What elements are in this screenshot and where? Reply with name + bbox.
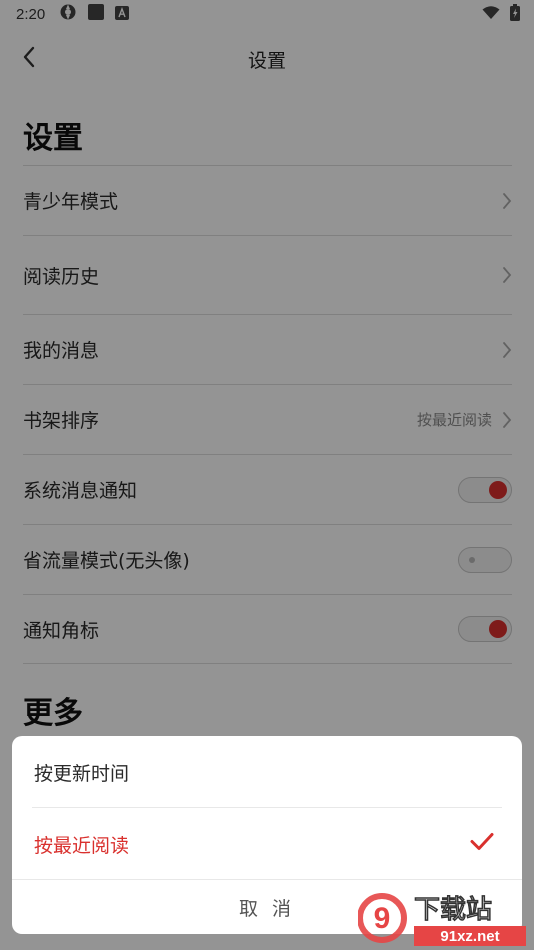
watermark-logo-mark: 9 [374,902,391,935]
watermark-logo: 9 下载站 91xz.net [357,888,530,948]
sort-option-update-time[interactable]: 按更新时间 [12,736,522,808]
sort-option-label: 按最近阅读 [34,834,130,857]
sort-option-label: 按更新时间 [34,762,130,785]
sort-option-recent-read[interactable]: 按最近阅读 [12,808,522,880]
watermark-domain: 91xz.net [440,928,499,945]
watermark-site-name: 下载站 [414,895,492,925]
checkmark-icon [470,833,494,856]
